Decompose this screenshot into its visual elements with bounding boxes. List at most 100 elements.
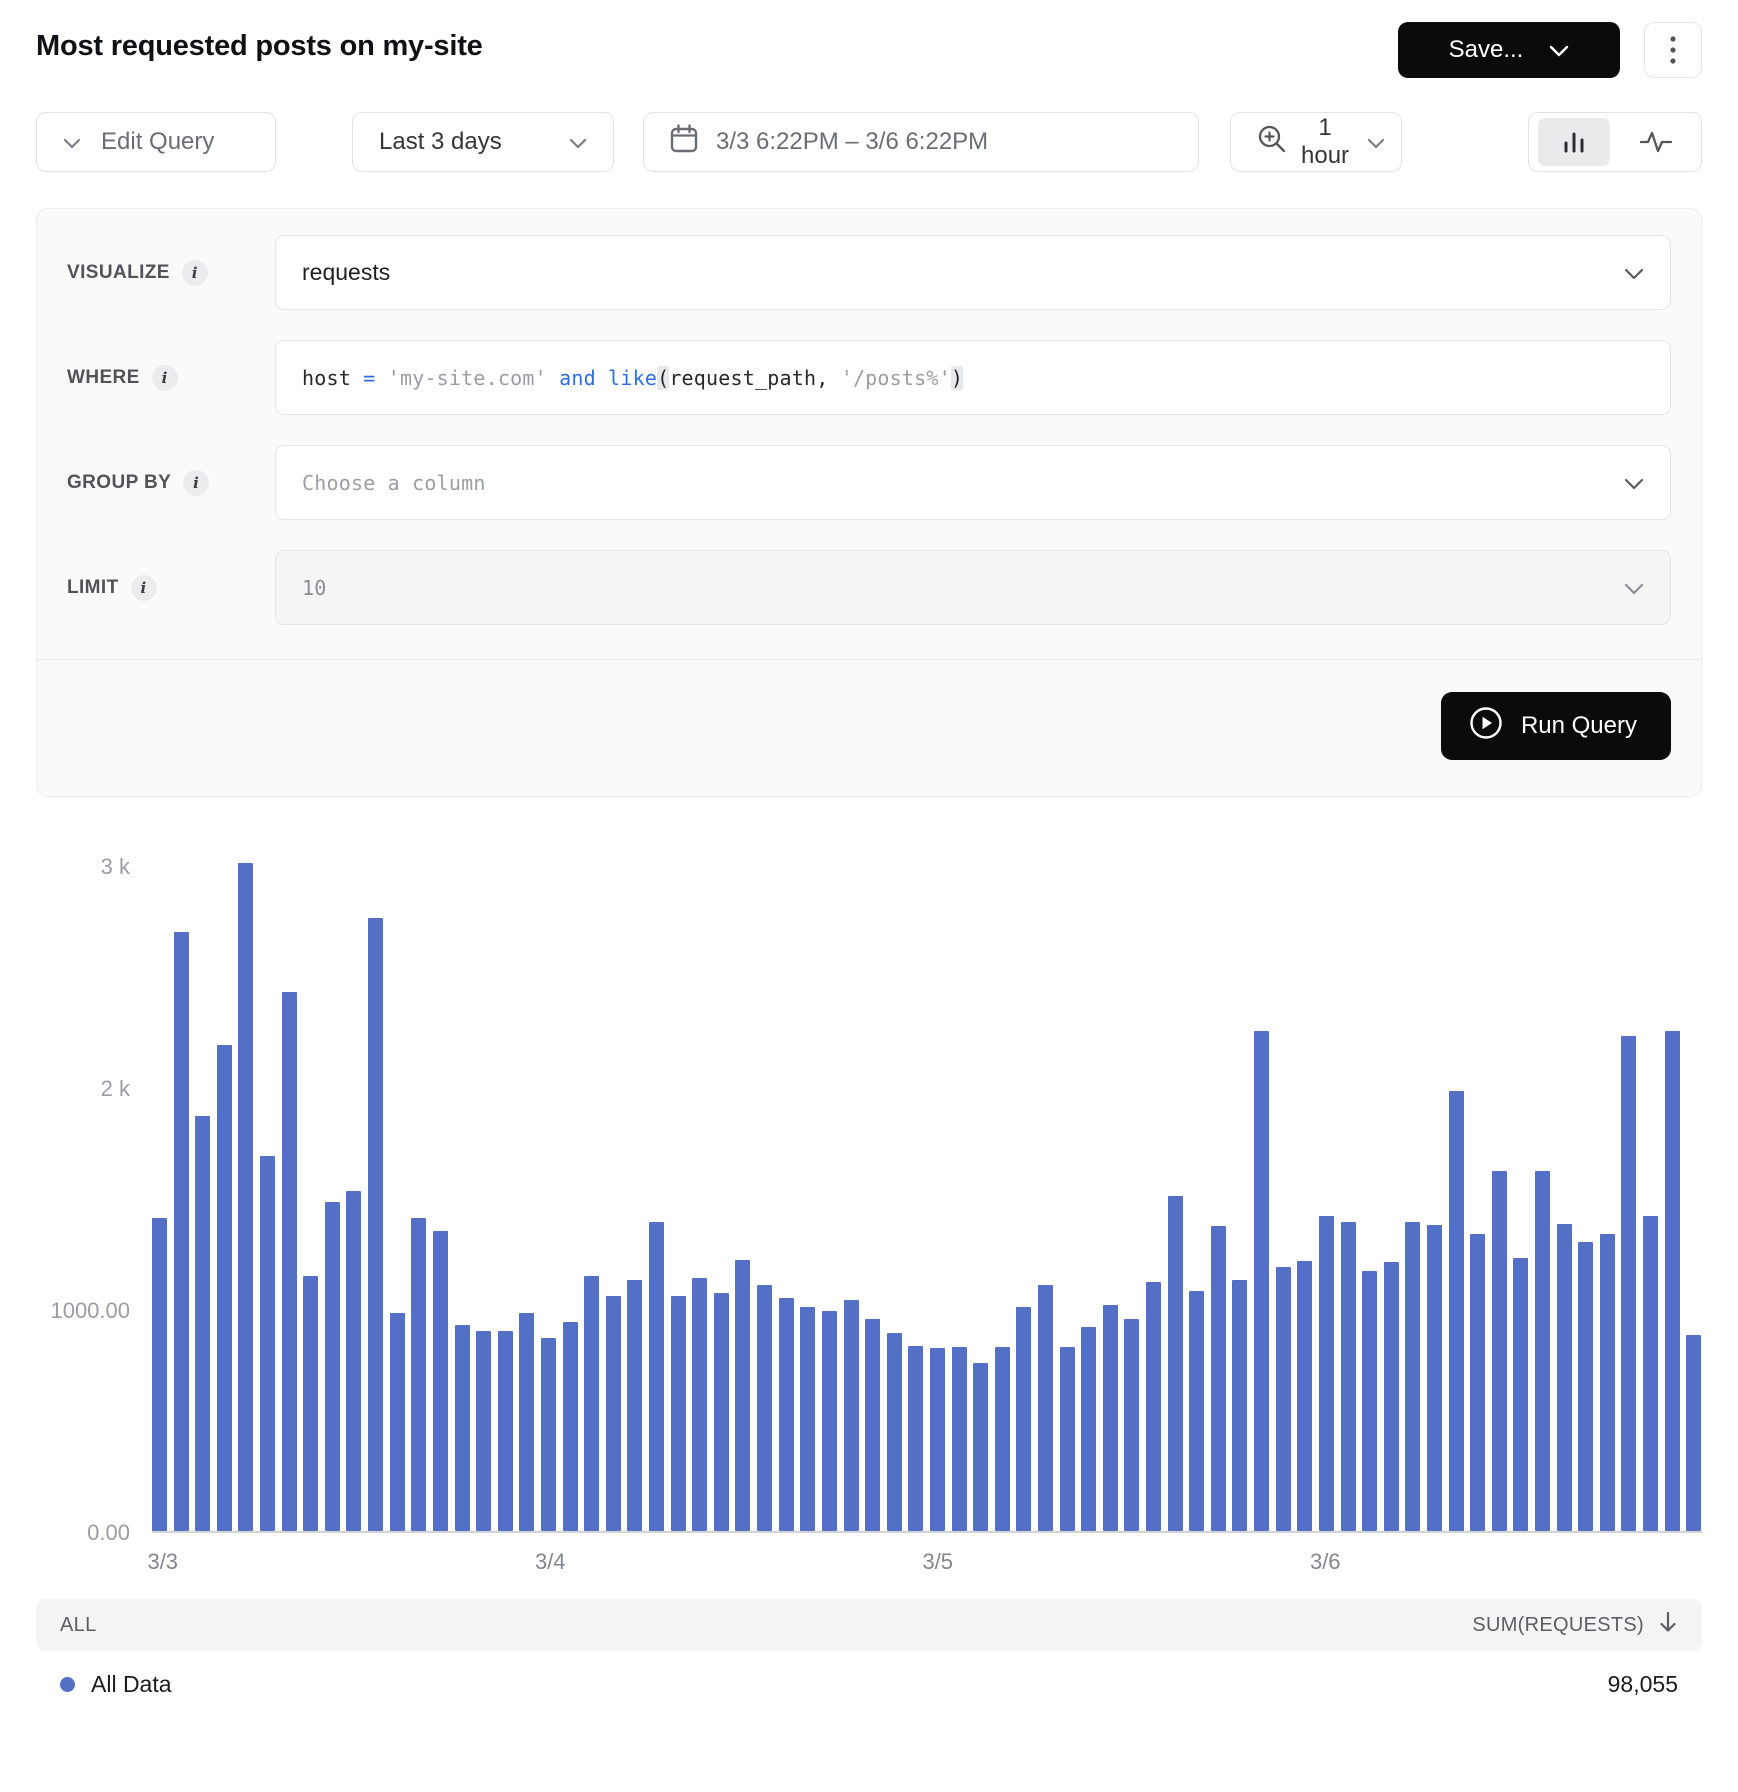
bar[interactable] xyxy=(1146,1282,1161,1531)
info-icon[interactable]: i xyxy=(152,365,178,391)
bar[interactable] xyxy=(282,992,297,1531)
bar[interactable] xyxy=(995,1347,1010,1531)
bar[interactable] xyxy=(238,863,253,1531)
bar[interactable] xyxy=(1297,1261,1312,1531)
bar[interactable] xyxy=(390,1313,405,1531)
bar[interactable] xyxy=(1232,1280,1247,1531)
bar[interactable] xyxy=(1557,1224,1572,1531)
bar[interactable] xyxy=(1103,1305,1118,1531)
bar[interactable] xyxy=(346,1191,361,1531)
bar[interactable] xyxy=(1189,1291,1204,1531)
where-field[interactable]: host = 'my-site.com' and like(request_pa… xyxy=(275,340,1671,415)
bar[interactable] xyxy=(1578,1242,1593,1531)
bar[interactable] xyxy=(1470,1234,1485,1531)
bar[interactable] xyxy=(1038,1285,1053,1531)
bar[interactable] xyxy=(174,932,189,1531)
bar[interactable] xyxy=(498,1331,513,1531)
bar-chart-toggle[interactable] xyxy=(1538,118,1610,166)
interval-select[interactable]: 1 hour xyxy=(1230,112,1402,172)
bar[interactable] xyxy=(1513,1258,1528,1531)
bar[interactable] xyxy=(1081,1327,1096,1531)
bar[interactable] xyxy=(152,1218,167,1531)
bar[interactable] xyxy=(671,1296,686,1531)
bar[interactable] xyxy=(584,1276,599,1531)
bar[interactable] xyxy=(649,1222,664,1531)
bar[interactable] xyxy=(1686,1335,1701,1531)
bar[interactable] xyxy=(325,1202,340,1531)
group-by-field[interactable]: Choose a column xyxy=(275,445,1671,520)
bar[interactable] xyxy=(908,1346,923,1531)
bar[interactable] xyxy=(1060,1347,1075,1531)
kebab-icon xyxy=(1670,35,1676,65)
bar[interactable] xyxy=(1168,1196,1183,1531)
bar[interactable] xyxy=(952,1347,967,1531)
bar[interactable] xyxy=(1319,1216,1334,1531)
bar[interactable] xyxy=(757,1285,772,1531)
bar[interactable] xyxy=(735,1260,750,1531)
limit-field[interactable]: 10 xyxy=(275,550,1671,625)
group-by-placeholder: Choose a column xyxy=(302,471,486,495)
bar[interactable] xyxy=(563,1322,578,1531)
bar[interactable] xyxy=(844,1300,859,1531)
series-name: All Data xyxy=(91,1671,172,1698)
bar[interactable] xyxy=(1449,1091,1464,1531)
bar[interactable] xyxy=(1362,1271,1377,1531)
bar[interactable] xyxy=(260,1156,275,1531)
line-chart-toggle[interactable] xyxy=(1620,118,1692,166)
bar[interactable] xyxy=(1600,1234,1615,1531)
bar[interactable] xyxy=(519,1313,534,1531)
bar[interactable] xyxy=(714,1293,729,1531)
bar[interactable] xyxy=(606,1296,621,1531)
bar[interactable] xyxy=(455,1325,470,1531)
info-icon[interactable]: i xyxy=(182,260,208,286)
bar[interactable] xyxy=(1254,1031,1269,1531)
query-panel: VISUALIZE i requests WHERE i host = 'my-… xyxy=(36,208,1702,797)
visualize-field[interactable]: requests xyxy=(275,235,1671,310)
bar[interactable] xyxy=(1016,1307,1031,1531)
time-range-select[interactable]: Last 3 days xyxy=(352,112,614,172)
bar[interactable] xyxy=(411,1218,426,1531)
bar[interactable] xyxy=(1276,1267,1291,1531)
header-actions: Save... xyxy=(1398,22,1702,78)
header: Most requested posts on my-site Save... xyxy=(36,22,1702,78)
bar[interactable] xyxy=(973,1363,988,1531)
table-row[interactable]: All Data 98,055 xyxy=(36,1651,1702,1717)
bar[interactable] xyxy=(1124,1319,1139,1531)
bar[interactable] xyxy=(865,1319,880,1531)
bar[interactable] xyxy=(1384,1262,1399,1531)
bar[interactable] xyxy=(822,1311,837,1531)
bar[interactable] xyxy=(930,1348,945,1531)
bar[interactable] xyxy=(303,1276,318,1531)
save-button[interactable]: Save... xyxy=(1398,22,1620,78)
group-by-row: GROUP BY i Choose a column xyxy=(67,445,1671,520)
info-icon[interactable]: i xyxy=(131,575,157,601)
date-range-button[interactable]: 3/3 6:22PM – 3/6 6:22PM xyxy=(643,112,1199,172)
sum-column-header[interactable]: SUM(REQUESTS) xyxy=(1472,1611,1678,1639)
info-icon[interactable]: i xyxy=(183,470,209,496)
edit-query-button[interactable]: Edit Query xyxy=(36,112,276,172)
bar[interactable] xyxy=(779,1298,794,1531)
bar[interactable] xyxy=(1427,1225,1442,1531)
bar[interactable] xyxy=(627,1280,642,1531)
kebab-menu-button[interactable] xyxy=(1644,22,1702,78)
bar[interactable] xyxy=(541,1338,556,1531)
bar[interactable] xyxy=(217,1045,232,1531)
bar[interactable] xyxy=(195,1116,210,1531)
bar[interactable] xyxy=(1665,1031,1680,1531)
play-icon xyxy=(1469,706,1503,747)
run-query-button[interactable]: Run Query xyxy=(1441,692,1671,760)
bar[interactable] xyxy=(1621,1036,1636,1531)
bar[interactable] xyxy=(1643,1216,1658,1531)
bar[interactable] xyxy=(1492,1171,1507,1531)
bar[interactable] xyxy=(692,1278,707,1531)
bar[interactable] xyxy=(1341,1222,1356,1531)
bar[interactable] xyxy=(887,1333,902,1531)
bar[interactable] xyxy=(1535,1171,1550,1531)
bar[interactable] xyxy=(1405,1222,1420,1531)
bar[interactable] xyxy=(476,1331,491,1531)
bar[interactable] xyxy=(800,1307,815,1531)
save-button-label: Save... xyxy=(1449,36,1524,64)
bar[interactable] xyxy=(368,918,383,1531)
bar[interactable] xyxy=(1211,1226,1226,1531)
bar[interactable] xyxy=(433,1231,448,1531)
